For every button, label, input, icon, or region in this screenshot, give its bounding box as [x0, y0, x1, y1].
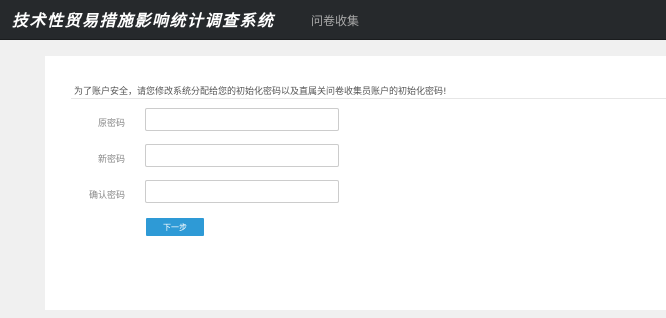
- confirm-password-label: 确认密码: [88, 191, 125, 201]
- security-notice: 为了账户安全，请您修改系统分配给您的初始化密码以及直属关问卷收集员账户的初始化密…: [74, 87, 447, 97]
- notice-divider: [71, 98, 666, 99]
- next-step-button[interactable]: 下一步: [146, 218, 204, 236]
- confirm-password-input[interactable]: [145, 180, 339, 203]
- nav-questionnaire-collection[interactable]: 问卷收集: [311, 12, 359, 29]
- top-nav-bar: 技术性贸易措施影响统计调查系统 问卷收集: [0, 0, 666, 40]
- app-title: 技术性贸易措施影响统计调查系统: [12, 11, 275, 30]
- change-password-panel: 为了账户安全，请您修改系统分配给您的初始化密码以及直属关问卷收集员账户的初始化密…: [45, 56, 666, 310]
- new-password-label: 新密码: [97, 155, 125, 165]
- old-password-input[interactable]: [145, 108, 339, 131]
- old-password-label: 原密码: [97, 119, 125, 129]
- new-password-input[interactable]: [145, 144, 339, 167]
